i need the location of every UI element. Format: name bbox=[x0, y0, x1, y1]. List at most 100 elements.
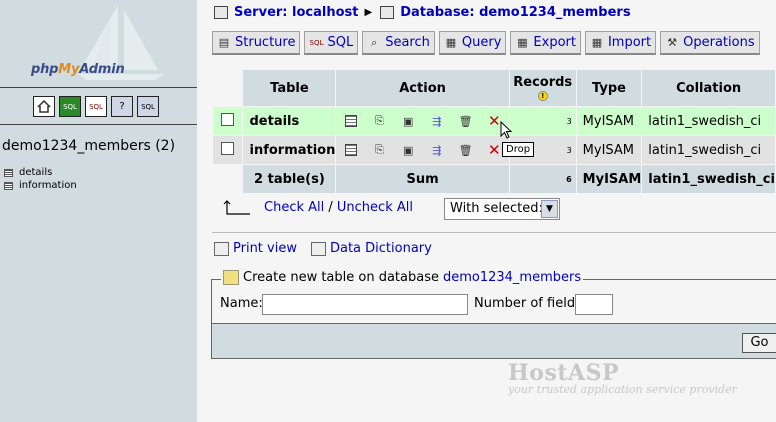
row-checkbox[interactable] bbox=[221, 112, 235, 126]
structure-icon[interactable]: ⎘ bbox=[371, 143, 387, 158]
sidebar-table-details[interactable]: details bbox=[4, 166, 77, 179]
drop-tooltip: Drop bbox=[502, 142, 535, 157]
summary-row: 2 table(s) Sum 6 MyISAM latin1_swedish_c… bbox=[213, 165, 775, 193]
row-checkbox[interactable] bbox=[221, 141, 235, 155]
operations-icon: ⚒ bbox=[667, 36, 678, 49]
dictionary-icon bbox=[310, 241, 326, 256]
docs-icon[interactable]: SQL bbox=[137, 96, 159, 117]
browse-icon[interactable] bbox=[343, 114, 359, 129]
mouse-cursor-icon bbox=[500, 121, 513, 139]
sql-icon[interactable]: SQL bbox=[85, 96, 107, 117]
logo-text: phpMyAdmin bbox=[31, 62, 125, 77]
create-table-legend: Create new table on database demo1234_me… bbox=[221, 270, 584, 285]
check-controls: Check All / Uncheck All bbox=[264, 200, 413, 215]
with-selected-select[interactable]: With selected: ▼ bbox=[444, 198, 560, 220]
uncheck-all-link[interactable]: Uncheck All bbox=[337, 200, 413, 215]
query-window-icon[interactable]: SQL bbox=[59, 96, 81, 117]
server-icon bbox=[214, 6, 228, 19]
structure-icon[interactable]: ⎘ bbox=[371, 114, 387, 129]
watermark: HostASP your trusted application service… bbox=[508, 360, 737, 396]
header-type: Type bbox=[576, 70, 642, 106]
table-name-input[interactable] bbox=[262, 294, 468, 315]
sidebar-divider bbox=[0, 124, 197, 125]
tab-structure[interactable]: ▤ Structure bbox=[212, 31, 301, 55]
sidebar-table-label[interactable]: information bbox=[19, 179, 77, 192]
header-table: Table bbox=[243, 70, 336, 106]
create-database-link[interactable]: demo1234_members bbox=[443, 270, 581, 285]
table-row: information ⎘ ▣ ⇶ 🗑 ✕ 3 MyISAM latin1_sw… bbox=[213, 136, 775, 164]
table-icon[interactable] bbox=[4, 181, 13, 190]
check-all-link[interactable]: Check All bbox=[264, 200, 324, 215]
search-icon[interactable]: ▣ bbox=[400, 114, 416, 129]
tab-sql[interactable]: SQL SQL bbox=[304, 31, 359, 55]
go-button[interactable]: Go bbox=[742, 333, 776, 353]
table-row: details ⎘ ▣ ⇶ 🗑 ✕ 3 MyISAM latin1_swedis… bbox=[213, 107, 775, 135]
sidebar-table-label[interactable]: details bbox=[19, 166, 52, 179]
printer-icon bbox=[214, 241, 229, 256]
search-icon[interactable]: ▣ bbox=[400, 143, 416, 158]
new-table-icon bbox=[223, 270, 239, 285]
empty-icon[interactable]: 🗑 bbox=[458, 114, 474, 129]
utility-links: Print view Data Dictionary bbox=[214, 241, 432, 256]
sidebar-divider bbox=[0, 87, 197, 88]
tab-operations[interactable]: ⚒ Operations bbox=[660, 31, 760, 55]
query-icon: ▦ bbox=[445, 36, 457, 49]
help-icon[interactable]: ? bbox=[111, 96, 133, 117]
breadcrumb-separator-icon: ▶ bbox=[364, 7, 373, 18]
phpmyadmin-logo[interactable]: phpMyAdmin bbox=[0, 0, 197, 90]
records-total: 6 bbox=[509, 165, 576, 193]
number-of-fields-input[interactable] bbox=[575, 294, 613, 315]
sidebar-table-list: details information bbox=[4, 166, 77, 192]
insert-icon[interactable]: ⇶ bbox=[429, 114, 445, 129]
header-records: Records ! bbox=[509, 70, 576, 106]
tab-bar: ▤ Structure SQL SQL ⌕ Search ▦ Query ▦ Export… bbox=[212, 31, 760, 55]
select-arrow-icon bbox=[223, 200, 250, 215]
data-dictionary-link[interactable]: Data Dictionary bbox=[310, 241, 432, 256]
table-type: MyISAM bbox=[576, 107, 642, 135]
summary-collation: latin1_swedish_ci bbox=[642, 165, 775, 193]
records-count: 3 bbox=[509, 107, 576, 135]
fields-label: Number of fields: bbox=[474, 296, 587, 311]
table-name[interactable]: information bbox=[243, 136, 336, 164]
sidebar-table-information[interactable]: information bbox=[4, 179, 77, 192]
browse-icon[interactable] bbox=[343, 143, 359, 158]
tab-export[interactable]: ▦ Export bbox=[510, 31, 581, 55]
chevron-down-icon[interactable]: ▼ bbox=[541, 200, 558, 218]
sum-label: Sum bbox=[336, 165, 509, 193]
left-navigation-frame: phpMyAdmin SQL SQL ? SQL demo1234_member… bbox=[0, 0, 197, 422]
import-icon: ▦ bbox=[591, 36, 603, 49]
breadcrumb-server[interactable]: Server: localhost bbox=[234, 5, 358, 20]
drop-icon[interactable]: ✕ bbox=[486, 141, 502, 159]
info-icon: ! bbox=[510, 90, 576, 101]
structure-icon: ▤ bbox=[218, 36, 230, 49]
fieldset-footer bbox=[211, 324, 776, 359]
breadcrumb-database[interactable]: Database: demo1234_members bbox=[400, 5, 630, 20]
breadcrumb: Server: localhost ▶ Database: demo1234_m… bbox=[214, 5, 631, 20]
table-type: MyISAM bbox=[576, 136, 642, 164]
database-icon bbox=[380, 6, 395, 19]
export-icon: ▦ bbox=[517, 36, 528, 49]
tab-query[interactable]: ▦ Query bbox=[438, 31, 507, 55]
home-icon[interactable] bbox=[33, 96, 55, 117]
tab-import[interactable]: ▦ Import bbox=[584, 31, 657, 55]
tables-list: Table Action Records ! Type Collation de… bbox=[212, 69, 776, 194]
search-icon: ⌕ bbox=[371, 35, 378, 49]
header-action: Action bbox=[336, 70, 509, 106]
table-icon[interactable] bbox=[4, 168, 13, 177]
insert-icon[interactable]: ⇶ bbox=[429, 143, 445, 158]
print-view-link[interactable]: Print view bbox=[214, 241, 297, 256]
sql-icon: SQL bbox=[309, 38, 324, 47]
action-cell: ⎘ ▣ ⇶ 🗑 ✕ bbox=[336, 136, 509, 164]
header-collation: Collation bbox=[642, 70, 775, 106]
sidebar-database-name[interactable]: demo1234_members (2) bbox=[2, 138, 175, 154]
sidebar-toolbar: SQL SQL ? SQL bbox=[33, 96, 159, 117]
table-name[interactable]: details bbox=[243, 107, 336, 135]
table-collation: latin1_swedish_ci bbox=[642, 136, 775, 164]
tab-search[interactable]: ⌕ Search bbox=[362, 31, 435, 55]
action-cell: ⎘ ▣ ⇶ 🗑 ✕ bbox=[336, 107, 509, 135]
section-divider bbox=[212, 232, 776, 233]
empty-icon[interactable]: 🗑 bbox=[458, 143, 474, 158]
table-count: 2 table(s) bbox=[243, 165, 336, 193]
table-collation: latin1_swedish_ci bbox=[642, 107, 775, 135]
summary-type: MyISAM bbox=[576, 165, 642, 193]
